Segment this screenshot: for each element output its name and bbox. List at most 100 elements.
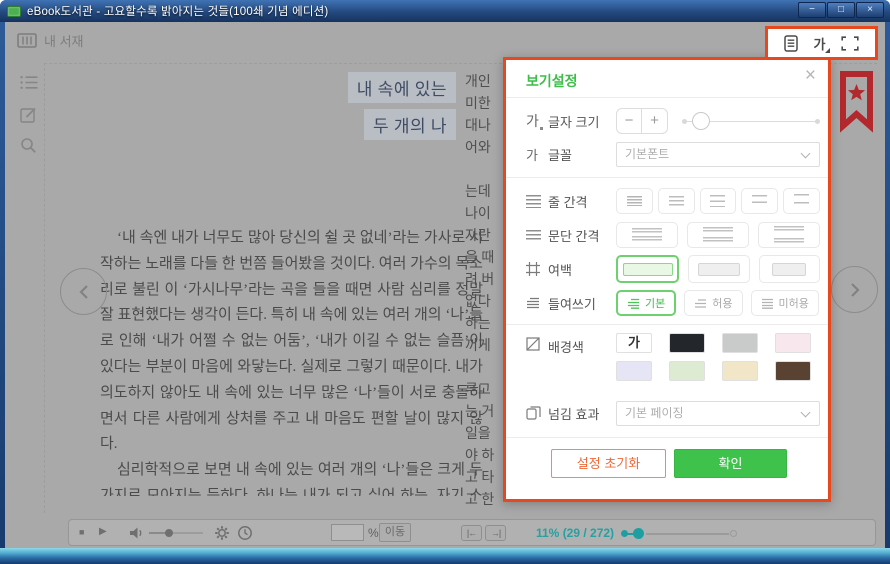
volume-icon[interactable] [129,526,144,540]
line-spacing-option-1[interactable] [616,188,653,214]
confirm-button[interactable]: 확인 [674,449,787,478]
right-page-line [465,358,504,380]
right-page-line: 야 하 [465,446,504,468]
fullscreen-icon[interactable] [841,36,859,51]
goto-button[interactable]: 이동 [379,523,411,542]
font-family-dropdown[interactable]: 기본폰트 [616,142,820,167]
line-spacing-option-5[interactable] [783,188,820,214]
next-page-button[interactable] [831,266,878,313]
paragraph-spacing-option-1[interactable] [616,222,678,248]
panel-title: 보기설정 [526,71,578,91]
body-paragraph: 심리학적으로 보면 내 속에 있는 여러 개의 ‘나’들은 크게 두 가지로 모… [100,458,483,496]
chapter-title: 내 속에 있는 두 개의 나 [100,72,456,146]
view-toolbar-highlight: 가 [765,26,878,60]
body-paragraph: ‘내 속엔 내가 너무도 많아 당신의 쉴 곳 없네’라는 가사로 시작하는 노… [100,226,483,458]
toc-icon[interactable] [20,75,38,90]
font-size-increase-button[interactable]: + [642,108,668,134]
paragraph-spacing-option-3[interactable] [758,222,820,248]
bookmark-ribbon-icon[interactable] [838,70,875,134]
indent-disallow-icon [761,298,774,309]
minimize-button[interactable]: − [798,2,826,18]
chevron-right-icon [848,282,862,298]
page-effect-value: 기본 페이징 [625,406,684,420]
right-page-line: 일을 [465,424,504,446]
indent-option-default-selected[interactable]: 기본 [616,290,676,316]
line-spacing-option-2[interactable] [658,188,695,214]
note-edit-icon[interactable] [20,106,37,123]
font-size-decrease-button[interactable]: − [616,108,642,134]
line-spacing-option-4[interactable] [741,188,778,214]
stop-button[interactable]: ■ [79,527,84,537]
search-icon[interactable] [20,137,37,154]
progress-end-ring [730,530,737,537]
chevron-down-icon [801,148,811,158]
indent-option-disallow[interactable]: 미허용 [751,290,819,316]
first-page-button[interactable]: |← [461,525,482,541]
chevron-left-icon [77,284,91,300]
bg-swatch-lavender[interactable] [616,361,652,381]
slider-min-dot [682,119,687,124]
font-size-slider-handle[interactable] [692,112,710,130]
view-settings-font-icon[interactable]: 가 [814,34,826,53]
page-effect-icon [526,406,548,420]
right-page-line: 는 거 [465,402,504,424]
timer-clock-icon[interactable] [237,525,253,541]
chapter-title-line2: 두 개의 나 [364,109,456,140]
progress-slider[interactable] [621,520,737,547]
right-page-line: 나이 [465,204,504,226]
page-percent-input[interactable] [331,524,364,541]
my-library-button[interactable]: 내 서재 [17,31,84,50]
margin-option-1-selected[interactable] [616,255,679,283]
chevron-down-icon [801,407,811,417]
play-button[interactable]: ▶ [99,526,107,537]
line-spacing-icon [526,195,548,208]
bg-swatch-green[interactable] [669,361,705,381]
page-effect-dropdown[interactable]: 기본 페이징 [616,401,820,426]
font-family-icon: 가 [526,145,548,164]
right-page-line: 하는 [465,314,504,336]
paragraph-spacing-label: 문단 간격 [548,226,616,245]
bg-swatch-black[interactable] [669,333,705,353]
bg-swatch-white-selected[interactable]: 가 [616,333,652,353]
contents-document-icon[interactable] [784,35,798,52]
tts-settings-gear-icon[interactable] [214,525,230,541]
reset-settings-button[interactable]: 설정 초기화 [551,449,666,478]
right-page-line [465,160,504,182]
right-page-line: 고 한 [465,490,504,512]
divider [506,97,828,98]
book-page-text: ‘내 속엔 내가 너무도 많아 당신의 쉴 곳 없네’라는 가사로 시작하는 노… [100,226,483,496]
window-title: eBook도서관 - 고요할수록 밝아지는 것들(100쇄 기념 에디션) [27,3,328,19]
my-library-label: 내 서재 [44,31,84,50]
background-color-label: 배경색 [548,337,616,356]
close-button[interactable]: × [856,2,884,18]
divider [506,324,828,325]
margin-option-2[interactable] [688,255,749,283]
maximize-button[interactable]: □ [827,2,855,18]
paragraph-spacing-option-2[interactable] [687,222,749,248]
indent-default-icon [627,298,640,309]
panel-close-icon[interactable]: × [805,65,816,87]
right-page-line: 루고 [465,380,504,402]
indent-label: 들여쓰기 [548,294,616,313]
last-page-button[interactable]: →| [485,525,506,541]
paragraph-spacing-icon [526,230,548,240]
right-page-line: 개인 [465,72,504,94]
right-page-line: 대나 [465,116,504,138]
line-spacing-option-3[interactable] [700,188,737,214]
bg-swatch-beige[interactable] [722,361,758,381]
indent-option-allow[interactable]: 허용 [684,290,742,316]
slider-max-dot [815,119,820,124]
percent-sign: % [368,526,379,540]
font-family-value: 기본폰트 [625,147,669,161]
margin-label: 여백 [548,260,616,279]
page-left-divider [44,63,45,513]
progress-slider-handle[interactable] [633,528,644,539]
font-size-slider[interactable] [682,108,820,134]
volume-slider-handle[interactable] [165,529,173,537]
bg-swatch-gray[interactable] [722,333,758,353]
bg-swatch-pink[interactable] [775,333,811,353]
prev-page-button[interactable] [60,268,107,315]
bg-swatch-brown[interactable] [775,361,811,381]
margin-option-3[interactable] [759,255,820,283]
right-page-line: 어와 [465,138,504,160]
